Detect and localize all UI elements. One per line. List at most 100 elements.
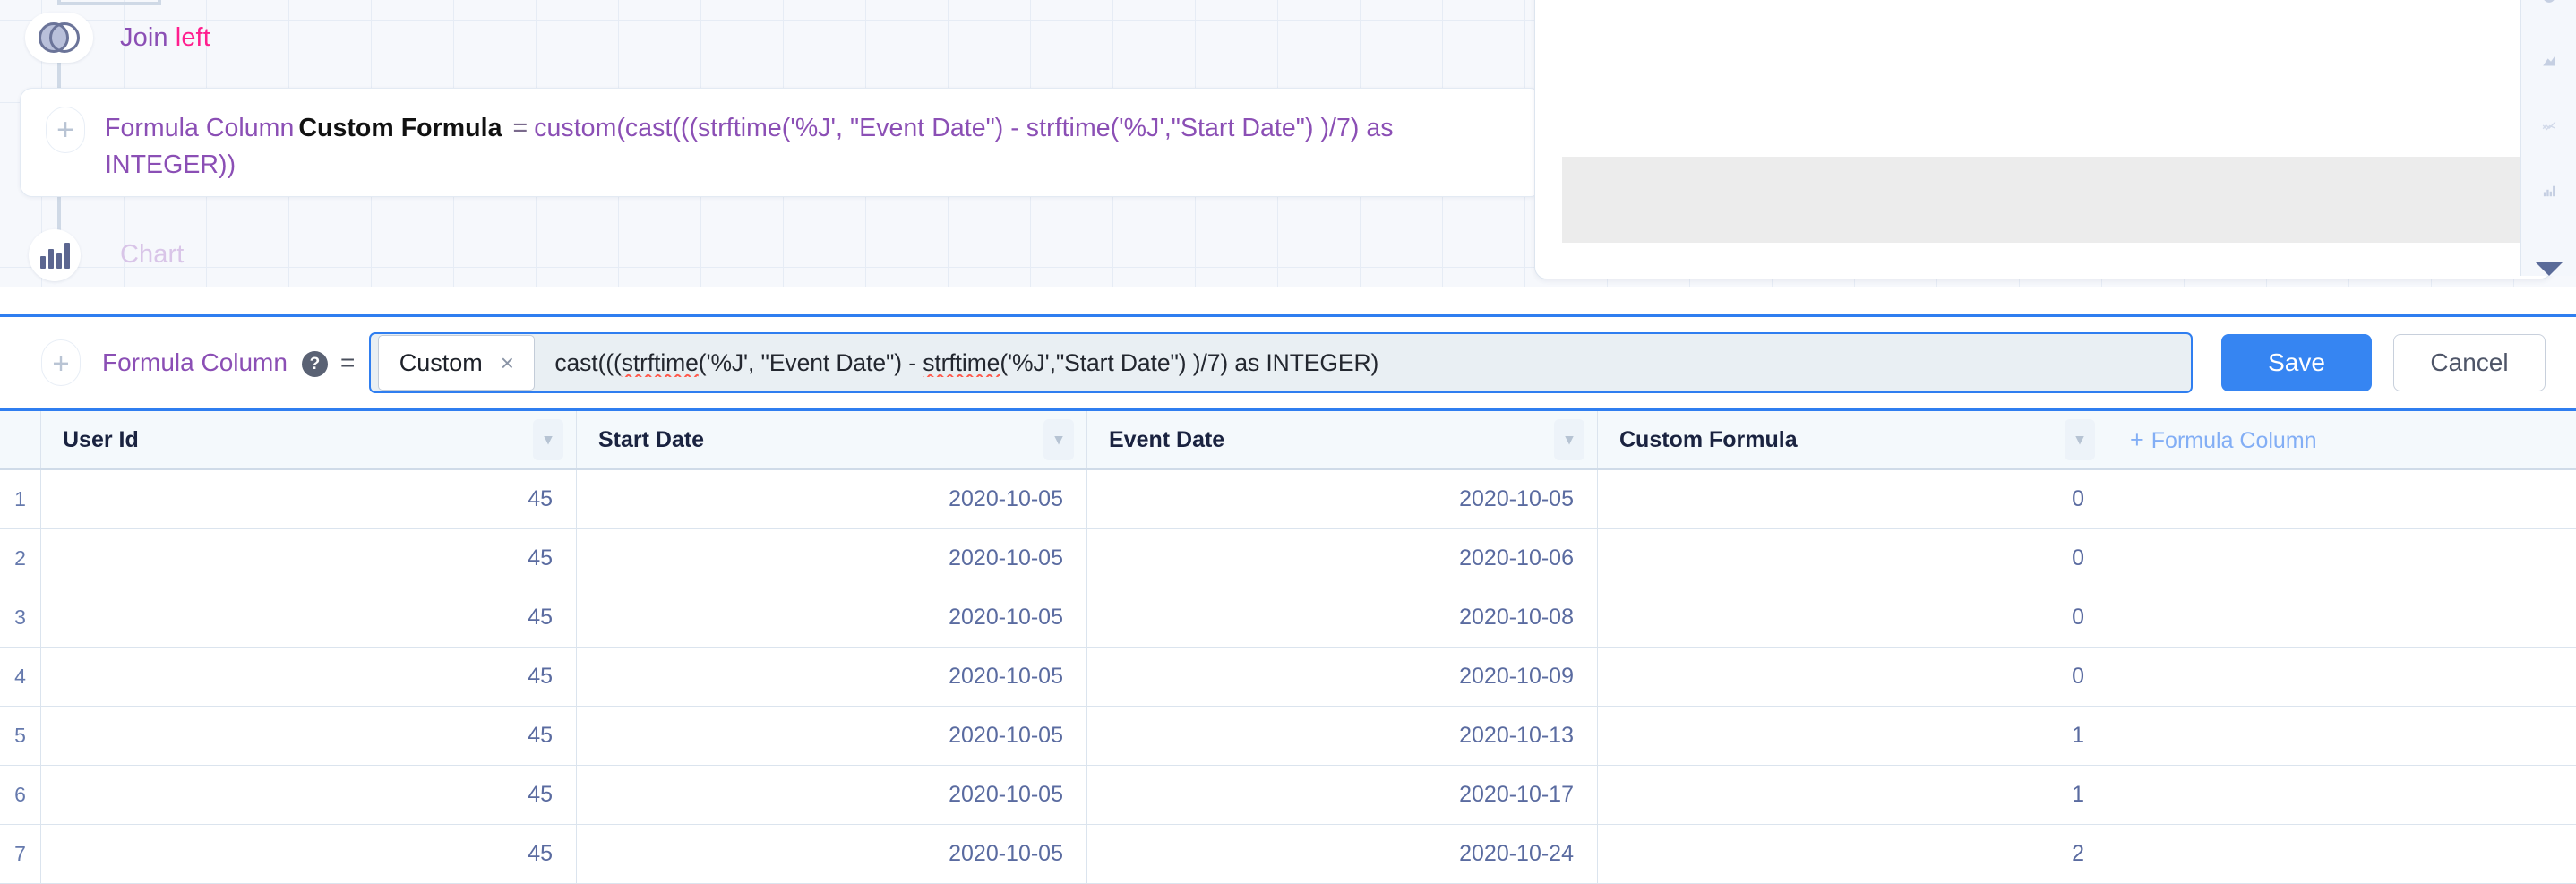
add-step-plus-icon[interactable]: +: [46, 107, 85, 153]
connector-top-horizontal: [57, 2, 161, 5]
caret-down-icon[interactable]: [2535, 262, 2563, 276]
cell-empty: [2108, 588, 2576, 647]
cell-start-date[interactable]: 2020-10-05: [577, 825, 1087, 883]
column-header-user-id[interactable]: User Id ▾: [41, 411, 577, 468]
cell-empty: [2108, 648, 2576, 706]
cell-custom-formula[interactable]: 0: [1598, 529, 2108, 588]
cell-user-id[interactable]: 45: [41, 825, 577, 883]
cell-custom-formula[interactable]: 1: [1598, 766, 2108, 824]
column-header-label: User Id: [63, 426, 139, 452]
cell-start-date[interactable]: 2020-10-05: [577, 470, 1087, 528]
formula-card-text: Formula Column Custom Formula = custom(cast…: [105, 110, 1516, 184]
cell-start-date[interactable]: 2020-10-05: [577, 707, 1087, 765]
cell-user-id[interactable]: 45: [41, 470, 577, 528]
close-icon[interactable]: ×: [501, 351, 514, 374]
table-row[interactable]: 2 45 2020-10-05 2020-10-06 0: [0, 529, 2576, 588]
cell-event-date[interactable]: 2020-10-09: [1087, 648, 1598, 706]
add-formula-column-text: Formula Column: [2151, 427, 2317, 453]
formula-card-equals: =: [512, 114, 528, 142]
cell-event-date[interactable]: 2020-10-13: [1087, 707, 1598, 765]
expr-part-3: ('%J',"Start Date") )/7) as INTEGER): [1000, 348, 1379, 376]
expr-misspelled-1: strftime: [621, 348, 699, 376]
column-header-custom-formula[interactable]: Custom Formula ▾: [1598, 411, 2108, 468]
table-row[interactable]: 6 45 2020-10-05 2020-10-17 1: [0, 766, 2576, 825]
cell-event-date[interactable]: 2020-10-06: [1087, 529, 1598, 588]
join-node-label: Join left: [120, 23, 210, 53]
plus-icon: +: [2130, 425, 2144, 453]
cell-custom-formula[interactable]: 0: [1598, 648, 2108, 706]
cell-user-id[interactable]: 45: [41, 588, 577, 647]
row-number: 5: [0, 707, 41, 765]
venn-join-icon: [39, 22, 80, 53]
save-button[interactable]: Save: [2221, 334, 2372, 391]
expr-part-2: ('%J', "Event Date") -: [698, 348, 923, 376]
cell-start-date[interactable]: 2020-10-05: [577, 529, 1087, 588]
column-header-label: Start Date: [598, 426, 705, 452]
table-row[interactable]: 5 45 2020-10-05 2020-10-13 1: [0, 707, 2576, 766]
chevron-down-icon[interactable]: ▾: [1043, 419, 1074, 460]
cancel-button[interactable]: Cancel: [2393, 334, 2546, 391]
row-number: 6: [0, 766, 41, 824]
cell-start-date[interactable]: 2020-10-05: [577, 588, 1087, 647]
formula-column-card[interactable]: + Formula Column Custom Formula = custom(ca…: [20, 88, 1542, 197]
cell-empty: [2108, 825, 2576, 883]
cell-event-date[interactable]: 2020-10-05: [1087, 470, 1598, 528]
column-header-label: Event Date: [1109, 426, 1225, 452]
cell-event-date[interactable]: 2020-10-17: [1087, 766, 1598, 824]
cell-custom-formula[interactable]: 2: [1598, 825, 2108, 883]
add-formula-column-label: + Formula Column: [2130, 426, 2317, 454]
row-number: 7: [0, 825, 41, 883]
expr-misspelled-2: strftime: [923, 348, 1000, 376]
formula-input-wrapper[interactable]: Custom × cast(((strftime('%J', "Event Da…: [369, 332, 2193, 393]
table-row[interactable]: 1 45 2020-10-05 2020-10-05 0: [0, 470, 2576, 529]
table-row[interactable]: 7 45 2020-10-05 2020-10-24 2: [0, 825, 2576, 884]
data-grid: User Id ▾ Start Date ▾ Event Date ▾ Cust…: [0, 411, 2576, 884]
chart-node[interactable]: [29, 229, 81, 281]
chevron-down-icon[interactable]: ▾: [533, 419, 563, 460]
row-number-header: [0, 411, 41, 468]
cell-user-id[interactable]: 45: [41, 766, 577, 824]
chevron-down-icon[interactable]: ▾: [2065, 419, 2095, 460]
line-chart-icon[interactable]: [2532, 119, 2566, 133]
row-number: 2: [0, 529, 41, 588]
column-header-start-date[interactable]: Start Date ▾: [577, 411, 1087, 468]
formula-edit-label-text: Formula Column: [102, 348, 288, 376]
cell-event-date[interactable]: 2020-10-08: [1087, 588, 1598, 647]
chart-type-rail[interactable]: [2520, 0, 2576, 276]
bar-chart-icon: [39, 242, 70, 269]
flow-canvas[interactable]: Join left + Formula Column Custom Formula…: [0, 0, 2576, 287]
cell-start-date[interactable]: 2020-10-05: [577, 766, 1087, 824]
cell-user-id[interactable]: 45: [41, 648, 577, 706]
cell-custom-formula[interactable]: 0: [1598, 588, 2108, 647]
row-number: 3: [0, 588, 41, 647]
table-row[interactable]: 4 45 2020-10-05 2020-10-09 0: [0, 648, 2576, 707]
column-header-event-date[interactable]: Event Date ▾: [1087, 411, 1598, 468]
expr-part-1: cast(((: [554, 348, 622, 376]
cell-event-date[interactable]: 2020-10-24: [1087, 825, 1598, 883]
cell-empty: [2108, 529, 2576, 588]
pie-chart-icon[interactable]: [2532, 0, 2566, 4]
cell-custom-formula[interactable]: 1: [1598, 707, 2108, 765]
cell-custom-formula[interactable]: 0: [1598, 470, 2108, 528]
join-node[interactable]: [25, 13, 93, 63]
formula-card-column-name: Custom Formula: [298, 114, 502, 142]
data-grid-header: User Id ▾ Start Date ▾ Event Date ▾ Cust…: [0, 411, 2576, 470]
cell-empty: [2108, 707, 2576, 765]
row-number: 1: [0, 470, 41, 528]
cell-empty: [2108, 766, 2576, 824]
bar-chart-icon[interactable]: [2532, 184, 2566, 198]
cell-user-id[interactable]: 45: [41, 529, 577, 588]
help-icon[interactable]: ?: [301, 351, 328, 378]
cell-start-date[interactable]: 2020-10-05: [577, 648, 1087, 706]
add-formula-plus-icon[interactable]: +: [41, 339, 81, 386]
join-node-label-accent: left: [175, 23, 210, 52]
area-chart-icon[interactable]: [2532, 54, 2566, 68]
chart-node-label: Chart: [120, 240, 185, 269]
data-preview-panel[interactable]: 45 Oct 5, 2020 Oct 13, 2020 1 45 Oct 5, …: [1534, 0, 2553, 279]
table-row[interactable]: 3 45 2020-10-05 2020-10-08 0: [0, 588, 2576, 648]
cell-user-id[interactable]: 45: [41, 707, 577, 765]
chevron-down-icon[interactable]: ▾: [1554, 419, 1584, 460]
add-formula-column-button[interactable]: + Formula Column: [2108, 411, 2576, 468]
formula-expression-input[interactable]: cast(((strftime('%J', "Event Date") - st…: [538, 349, 2191, 377]
formula-type-chip[interactable]: Custom ×: [378, 335, 536, 391]
